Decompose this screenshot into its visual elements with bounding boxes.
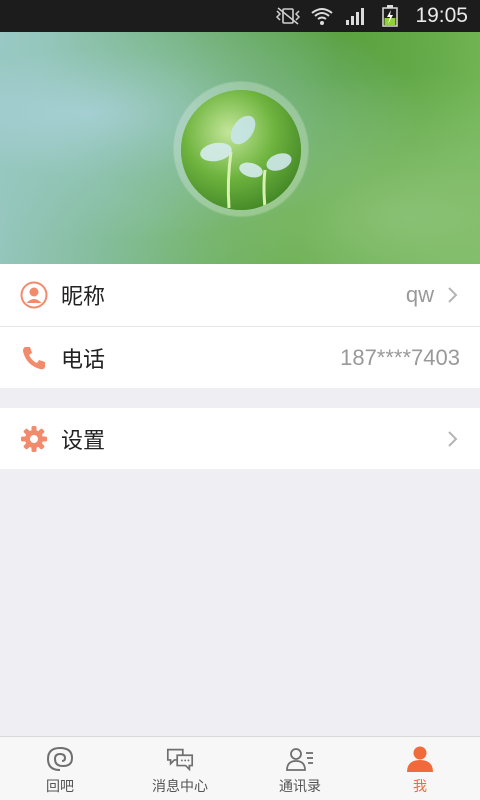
wifi-icon <box>309 5 335 27</box>
avatar[interactable] <box>181 90 301 210</box>
chevron-right-icon <box>446 285 460 305</box>
vibrate-icon <box>275 5 301 27</box>
profile-header <box>0 32 480 264</box>
phone-label: 电话 <box>61 347 106 373</box>
user-icon <box>20 281 48 309</box>
swirl-icon <box>45 745 75 773</box>
chat-bubbles-icon <box>165 745 195 773</box>
battery-charging-icon <box>377 5 403 27</box>
nickname-label: 昵称 <box>61 285 106 310</box>
tab-huiba[interactable]: 回吧 <box>0 737 120 800</box>
settings-section: 设置 <box>0 408 480 469</box>
tab-messages[interactable]: 消息中心 <box>120 737 240 800</box>
settings-row[interactable]: 设置 <box>0 408 480 469</box>
settings-label: 设置 <box>61 428 106 454</box>
chevron-right-icon <box>446 429 460 449</box>
signal-icon <box>343 5 369 27</box>
phone-row[interactable]: 电话 187****7403 <box>0 326 480 388</box>
bottom-tab-bar: 回吧 消息中心 通讯录 我 <box>0 736 480 800</box>
profile-section: 昵称 qw 电话 187****7403 <box>0 264 480 388</box>
gear-icon <box>20 425 48 453</box>
nickname-row[interactable]: 昵称 qw <box>0 264 480 326</box>
tab-label: 通讯录 <box>279 779 321 795</box>
phone-icon <box>20 344 48 372</box>
nickname-value: qw <box>405 282 434 307</box>
tab-label: 消息中心 <box>152 779 208 795</box>
tab-me[interactable]: 我 <box>360 737 480 800</box>
phone-value: 187****7403 <box>340 344 460 370</box>
person-icon <box>405 745 435 773</box>
tab-contacts[interactable]: 通讯录 <box>240 737 360 800</box>
tab-label: 回吧 <box>46 779 74 795</box>
tab-label: 我 <box>413 779 427 795</box>
status-bar: 19:05 <box>0 0 480 32</box>
seedling-avatar <box>181 90 301 210</box>
status-time: 19:05 <box>415 4 468 27</box>
contacts-icon <box>285 745 315 773</box>
